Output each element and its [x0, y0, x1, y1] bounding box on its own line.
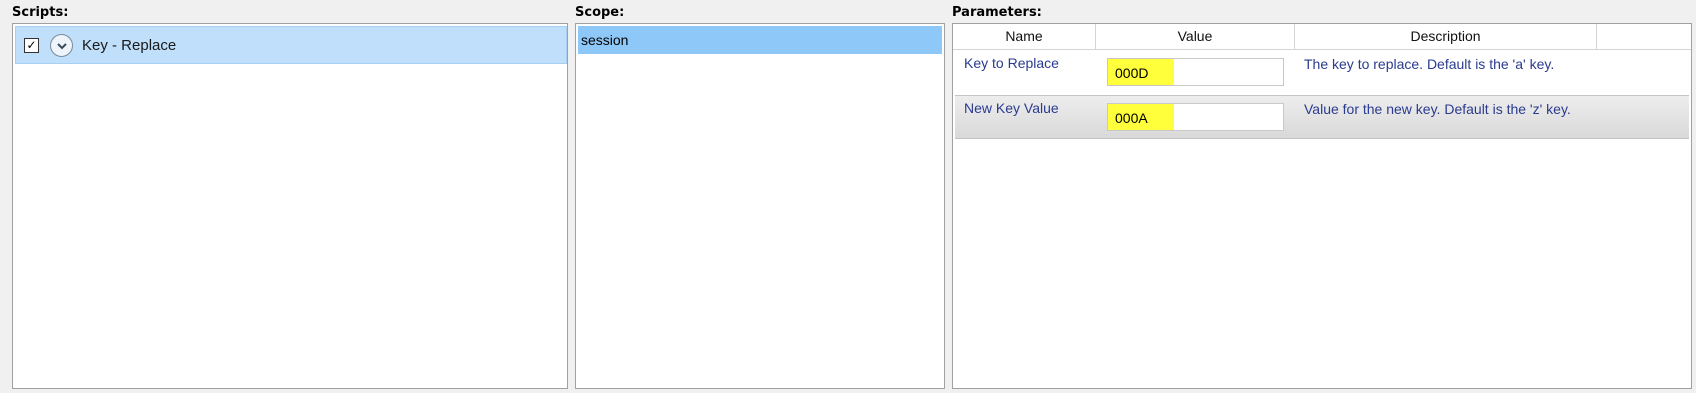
chevron-down-icon[interactable] — [50, 34, 73, 57]
parameter-row[interactable]: Key to Replace 000D The key to replace. … — [953, 51, 1691, 95]
parameter-row[interactable]: New Key Value 000A Value for the new key… — [955, 95, 1689, 139]
parameters-label: Parameters: — [952, 5, 1042, 20]
parameter-value: 000D — [1115, 65, 1149, 81]
parameter-description: Value for the new key. Default is the 'z… — [1304, 101, 1571, 117]
column-header-name[interactable]: Name — [953, 24, 1096, 49]
parameter-value-field[interactable]: 000A — [1107, 103, 1284, 131]
scripts-label: Scripts: — [12, 5, 69, 20]
scope-list[interactable]: session — [575, 23, 945, 389]
checkbox-checked-icon[interactable]: ✓ — [24, 38, 39, 53]
column-header-filler — [1597, 24, 1691, 49]
grid-header: Name Value Description — [953, 24, 1691, 50]
scope-label: Scope: — [575, 5, 625, 20]
parameter-description: The key to replace. Default is the 'a' k… — [1304, 56, 1555, 72]
parameter-value: 000A — [1115, 110, 1148, 126]
parameters-grid[interactable]: Name Value Description Key to Replace 00… — [952, 23, 1692, 389]
parameter-value-field[interactable]: 000D — [1107, 58, 1284, 86]
script-name: Key - Replace — [82, 37, 177, 54]
script-item-key-replace[interactable]: ✓ Key - Replace — [15, 26, 567, 64]
scripts-list[interactable]: ✓ Key - Replace — [12, 23, 568, 389]
column-header-value[interactable]: Value — [1096, 24, 1295, 49]
parameter-name: Key to Replace — [964, 55, 1059, 71]
scope-item-label: session — [581, 32, 629, 48]
scope-item-session[interactable]: session — [578, 26, 942, 54]
parameter-name: New Key Value — [964, 100, 1059, 116]
column-header-description[interactable]: Description — [1295, 24, 1597, 49]
